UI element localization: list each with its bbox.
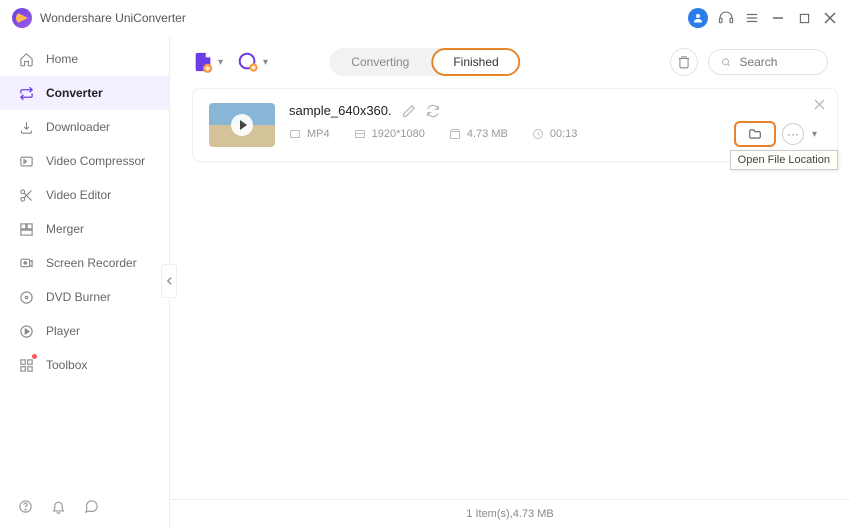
- file-format: MP4: [307, 128, 330, 140]
- resolution-icon: [354, 128, 366, 140]
- clock-icon: [532, 128, 544, 140]
- file-name: sample_640x360.: [289, 103, 392, 118]
- play-icon: [18, 323, 34, 339]
- sidebar-label: Home: [46, 52, 78, 66]
- user-avatar-icon[interactable]: [688, 8, 708, 28]
- sidebar-item-home[interactable]: Home: [0, 42, 169, 76]
- sidebar-label: Video Compressor: [46, 154, 145, 168]
- sidebar-label: Merger: [46, 222, 84, 236]
- reconvert-icon[interactable]: [426, 104, 440, 118]
- sidebar-item-recorder[interactable]: Screen Recorder: [0, 246, 169, 280]
- sidebar-label: Player: [46, 324, 80, 338]
- file-resolution: 1920*1080: [372, 128, 425, 140]
- sidebar-label: Video Editor: [46, 188, 111, 202]
- tab-converting[interactable]: Converting: [329, 48, 431, 76]
- edit-name-icon[interactable]: [402, 104, 416, 118]
- status-tabs: Converting Finished: [329, 48, 520, 76]
- sidebar-label: DVD Burner: [46, 290, 111, 304]
- sidebar-label: Screen Recorder: [46, 256, 137, 270]
- status-bar: 1 Item(s),4.73 MB: [170, 499, 850, 528]
- file-duration: 00:13: [550, 128, 578, 140]
- sidebar-label: Downloader: [46, 120, 110, 134]
- sidebar-item-player[interactable]: Player: [0, 314, 169, 348]
- chevron-down-icon: ▾: [263, 57, 268, 68]
- sidebar: Home Converter Downloader Video Compress…: [0, 36, 170, 528]
- app-logo: [12, 8, 32, 28]
- help-icon[interactable]: [18, 499, 33, 514]
- sidebar-item-merger[interactable]: Merger: [0, 212, 169, 246]
- play-button-icon: [231, 114, 253, 136]
- feedback-icon[interactable]: [84, 499, 99, 514]
- file-size: 4.73 MB: [467, 128, 508, 140]
- search-input[interactable]: [739, 55, 815, 69]
- title-bar: Wondershare UniConverter: [0, 0, 850, 36]
- home-icon: [18, 51, 34, 67]
- chevron-down-icon: ▾: [218, 57, 223, 68]
- sidebar-item-downloader[interactable]: Downloader: [0, 110, 169, 144]
- scissors-icon: [18, 187, 34, 203]
- sidebar-item-toolbox[interactable]: Toolbox: [0, 348, 169, 382]
- sidebar-item-dvd[interactable]: DVD Burner: [0, 280, 169, 314]
- sidebar-item-editor[interactable]: Video Editor: [0, 178, 169, 212]
- open-location-button[interactable]: [734, 121, 776, 147]
- menu-icon[interactable]: [744, 10, 760, 26]
- add-url-icon: [237, 51, 259, 73]
- merger-icon: [18, 221, 34, 237]
- clear-list-button[interactable]: [670, 48, 698, 76]
- sidebar-item-compressor[interactable]: Video Compressor: [0, 144, 169, 178]
- disc-icon: [18, 289, 34, 305]
- chevron-down-icon: ▾: [812, 129, 817, 140]
- add-file-button[interactable]: ▾: [192, 51, 223, 73]
- recorder-icon: [18, 255, 34, 271]
- converter-icon: [18, 85, 34, 101]
- download-icon: [18, 119, 34, 135]
- remove-file-button[interactable]: [814, 99, 825, 110]
- bell-icon[interactable]: [51, 499, 66, 514]
- add-url-button[interactable]: ▾: [237, 51, 268, 73]
- support-icon[interactable]: [718, 10, 734, 26]
- compressor-icon: [18, 153, 34, 169]
- app-title: Wondershare UniConverter: [40, 11, 186, 25]
- tab-finished[interactable]: Finished: [431, 48, 520, 76]
- video-thumbnail[interactable]: [209, 103, 275, 147]
- search-box[interactable]: [708, 49, 828, 75]
- toolbox-icon: [18, 357, 34, 373]
- folder-icon: [747, 127, 763, 141]
- sidebar-label: Toolbox: [46, 358, 87, 372]
- more-actions-button[interactable]: ···: [782, 123, 804, 145]
- close-button[interactable]: [822, 10, 838, 26]
- tooltip-open-location: Open File Location: [730, 150, 838, 170]
- minimize-button[interactable]: [770, 10, 786, 26]
- maximize-button[interactable]: [796, 10, 812, 26]
- sidebar-item-converter[interactable]: Converter: [0, 76, 169, 110]
- search-icon: [721, 56, 731, 69]
- format-icon: [289, 128, 301, 140]
- add-file-icon: [192, 51, 214, 73]
- sidebar-label: Converter: [46, 86, 103, 100]
- toolbar: ▾ ▾ Converting Finished: [170, 36, 850, 88]
- size-icon: [449, 128, 461, 140]
